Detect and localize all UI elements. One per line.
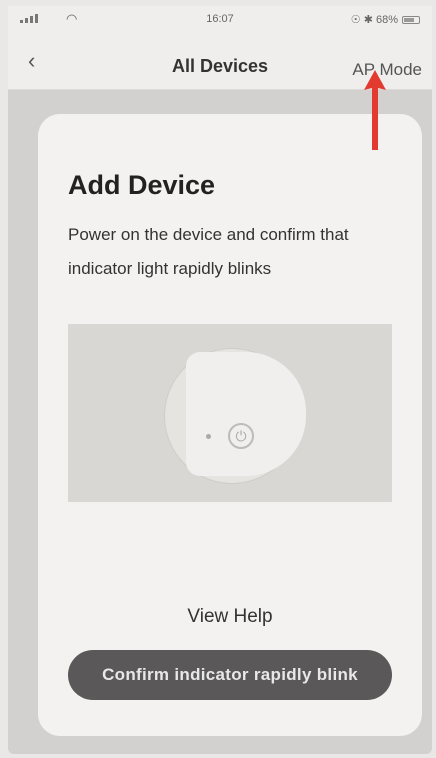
confirm-blink-button[interactable]: Confirm indicator rapidly blink (68, 650, 392, 700)
power-icon: ⏻ (228, 423, 254, 449)
add-device-card: Add Device Power on the device and confi… (38, 114, 422, 736)
power-glyph: ⏻ (235, 428, 247, 444)
device-illustration: ⏻ (68, 324, 392, 502)
status-right: ☉ ✱ 68% (351, 13, 420, 26)
status-bar: ◠ 16:07 ☉ ✱ 68% (8, 6, 432, 34)
indicator-light-icon (206, 434, 211, 439)
battery-icon (402, 15, 420, 24)
battery-percent: ☉ ✱ 68% (350, 14, 398, 26)
device-body (186, 352, 306, 476)
ap-mode-button[interactable]: AP Mode (352, 60, 422, 80)
annotation-arrow-icon (364, 70, 386, 150)
card-description: Power on the device and confirm that ind… (68, 225, 349, 278)
view-help-link[interactable]: View Help (38, 606, 422, 628)
card-title: Add Device (68, 170, 216, 200)
